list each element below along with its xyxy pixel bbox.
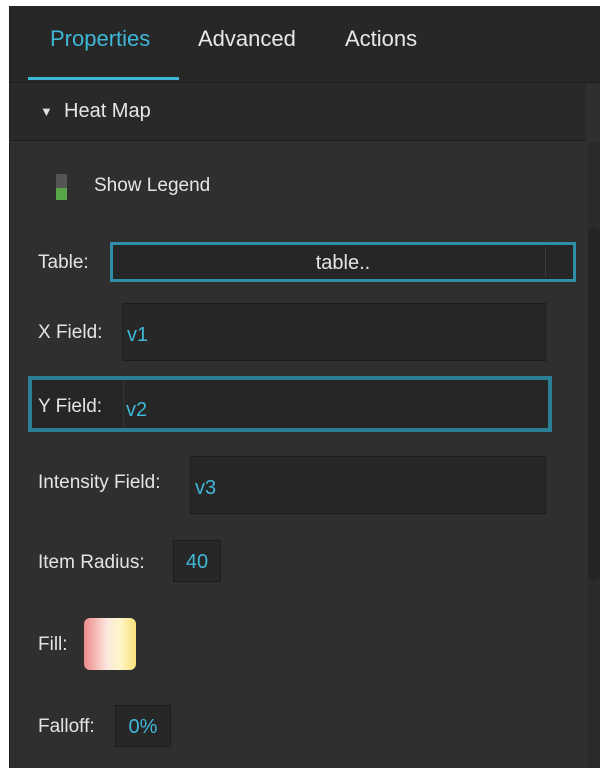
scrollbar-thumb[interactable] <box>588 228 600 580</box>
table-value: table.. <box>315 252 371 274</box>
table-field-divider <box>545 247 546 277</box>
table-select-button[interactable]: table.. <box>110 242 576 282</box>
collapse-arrow-icon: ▼ <box>40 104 53 119</box>
active-tab-indicator <box>28 77 179 80</box>
tab-actions[interactable]: Actions <box>345 26 417 52</box>
fill-label: Fill: <box>38 634 68 655</box>
intensity-field-label: Intensity Field: <box>38 472 161 493</box>
toggle-on-indicator <box>56 188 67 200</box>
item-radius-input[interactable]: 40 <box>173 540 221 582</box>
y-field-input[interactable] <box>28 376 552 432</box>
tab-bar: Properties Advanced Actions <box>10 6 600 83</box>
x-field-value: v1 <box>127 324 149 346</box>
y-field-divider <box>123 380 124 428</box>
table-label: Table: <box>38 252 89 273</box>
show-legend-toggle[interactable] <box>56 174 67 200</box>
tab-advanced[interactable]: Advanced <box>198 26 296 52</box>
item-radius-label: Item Radius: <box>38 552 145 573</box>
falloff-label: Falloff: <box>38 716 95 737</box>
x-field-label: X Field: <box>38 322 103 343</box>
tab-properties[interactable]: Properties <box>50 26 150 52</box>
section-title: Heat Map <box>64 100 151 122</box>
falloff-input[interactable]: 0% <box>115 705 171 747</box>
section-header-heat-map[interactable]: ▼ Heat Map <box>10 84 586 141</box>
intensity-field-input[interactable]: v3 <box>190 456 546 514</box>
x-field-input[interactable]: v1 <box>122 303 546 361</box>
properties-panel: Properties Advanced Actions ▼ Heat Map S… <box>9 6 600 768</box>
y-field-value: v2 <box>126 399 148 421</box>
show-legend-label: Show Legend <box>94 175 211 196</box>
item-radius-value: 40 <box>185 551 209 573</box>
intensity-field-value: v3 <box>195 477 217 499</box>
y-field-label: Y Field: <box>38 396 103 417</box>
falloff-value: 0% <box>128 716 158 738</box>
fill-color-swatch[interactable] <box>84 618 136 670</box>
